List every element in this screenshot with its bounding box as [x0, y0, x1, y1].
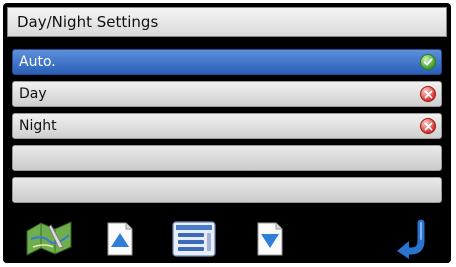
- map-icon: [23, 217, 75, 261]
- option-day[interactable]: Day: [12, 81, 442, 107]
- scroll-up-button[interactable]: [105, 221, 135, 261]
- scroll-up-icon: [105, 221, 135, 261]
- option-label: Day: [19, 86, 47, 102]
- option-label: Auto.: [19, 54, 56, 70]
- scroll-down-button[interactable]: [255, 221, 285, 261]
- check-icon: [420, 54, 436, 70]
- list-menu-icon: [170, 220, 218, 262]
- empty-row: [12, 145, 442, 171]
- page-title: Day/Night Settings: [17, 13, 159, 31]
- scroll-down-icon: [255, 221, 285, 261]
- error-icon: [420, 118, 436, 134]
- back-icon: [395, 219, 435, 263]
- option-label: Night: [19, 118, 57, 134]
- back-button[interactable]: [395, 219, 435, 263]
- title-bar: Day/Night Settings: [7, 7, 447, 37]
- list-menu-button[interactable]: [170, 220, 218, 262]
- empty-row: [12, 177, 442, 203]
- option-auto[interactable]: Auto.: [12, 49, 442, 75]
- error-icon: [420, 86, 436, 102]
- device-screen: Day/Night Settings Auto. Day Night: [3, 3, 451, 263]
- bottom-toolbar: [3, 213, 451, 263]
- map-button[interactable]: [23, 219, 75, 259]
- option-list: Auto. Day Night: [12, 49, 442, 209]
- option-night[interactable]: Night: [12, 113, 442, 139]
